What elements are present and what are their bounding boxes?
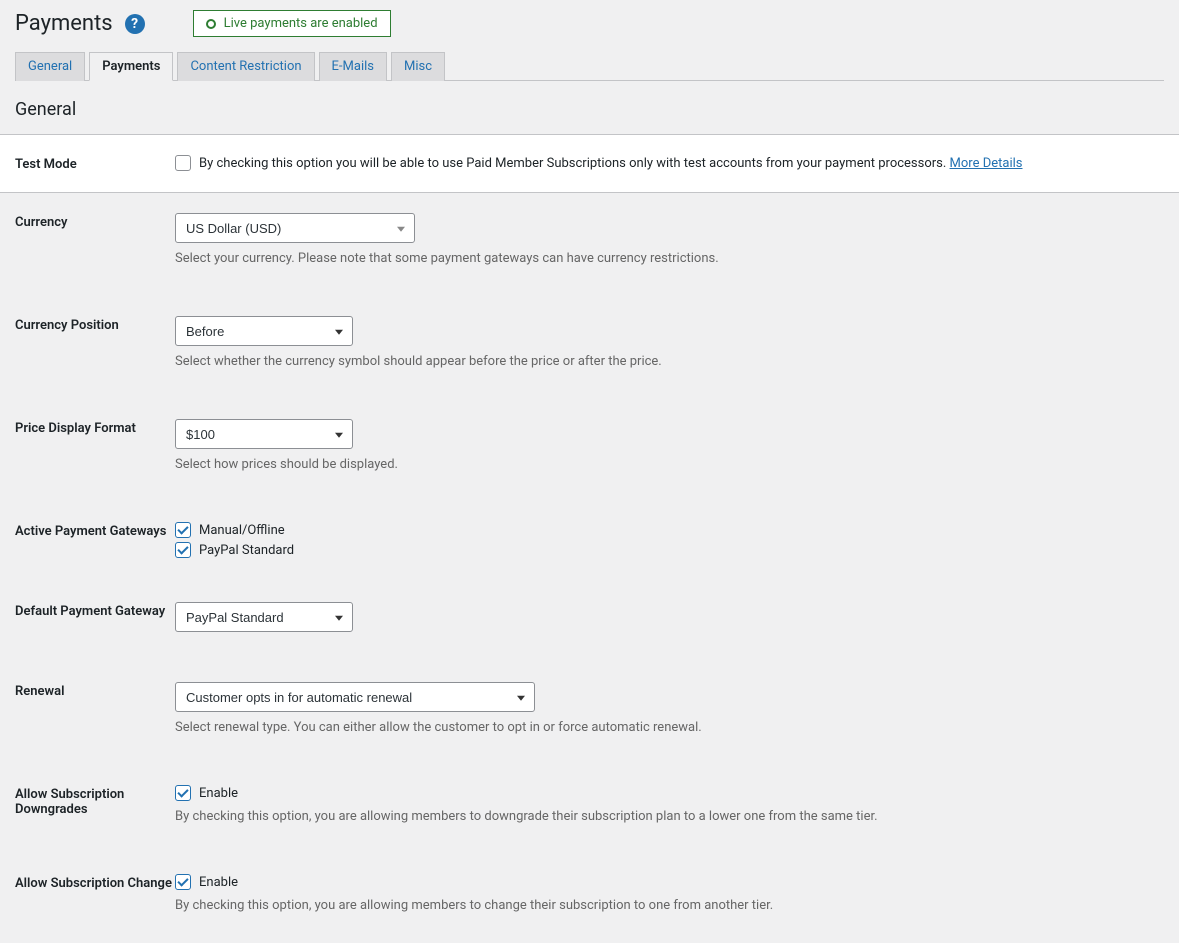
help-icon[interactable]: ? bbox=[125, 14, 145, 34]
currency-label: Currency bbox=[15, 213, 175, 230]
row-default-gateway: Default Payment Gateway PayPal Standard bbox=[0, 582, 1179, 662]
downgrades-checkbox[interactable] bbox=[175, 785, 191, 801]
currency-description: Select your currency. Please note that s… bbox=[175, 251, 1164, 266]
change-enable-label: Enable bbox=[199, 875, 238, 890]
default-gateway-label: Default Payment Gateway bbox=[15, 602, 175, 619]
live-badge-text: Live payments are enabled bbox=[224, 16, 378, 31]
test-mode-label: Test Mode bbox=[15, 155, 175, 172]
gateway-paypal-label: PayPal Standard bbox=[199, 543, 294, 558]
renewal-label: Renewal bbox=[15, 682, 175, 699]
downgrades-enable-label: Enable bbox=[199, 786, 238, 801]
row-renewal: Renewal Customer opts in for automatic r… bbox=[0, 662, 1179, 765]
status-dot-icon bbox=[206, 19, 216, 29]
downgrades-label: Allow Subscription Downgrades bbox=[15, 785, 175, 817]
tab-content-restriction[interactable]: Content Restriction bbox=[177, 52, 314, 81]
currency-position-select[interactable]: Before bbox=[175, 316, 353, 346]
gateway-manual-checkbox[interactable] bbox=[175, 522, 191, 538]
test-mode-description: By checking this option you will be able… bbox=[199, 156, 950, 171]
renewal-description: Select renewal type. You can either allo… bbox=[175, 720, 1164, 735]
tab-misc[interactable]: Misc bbox=[391, 52, 445, 81]
section-heading: General bbox=[0, 81, 1179, 134]
page-title: Payments bbox=[15, 11, 113, 36]
downgrades-description: By checking this option, you are allowin… bbox=[175, 809, 1164, 824]
currency-position-description: Select whether the currency symbol shoul… bbox=[175, 354, 1164, 369]
gateway-paypal-checkbox[interactable] bbox=[175, 542, 191, 558]
tab-bar: General Payments Content Restriction E-M… bbox=[15, 51, 1164, 81]
price-display-description: Select how prices should be displayed. bbox=[175, 457, 1164, 472]
change-description: By checking this option, you are allowin… bbox=[175, 898, 1164, 913]
renewal-select[interactable]: Customer opts in for automatic renewal bbox=[175, 682, 535, 712]
gateway-manual-label: Manual/Offline bbox=[199, 523, 285, 538]
test-mode-checkbox[interactable] bbox=[175, 155, 191, 171]
change-label: Allow Subscription Change bbox=[15, 874, 175, 891]
gateways-label: Active Payment Gateways bbox=[15, 522, 175, 539]
currency-select[interactable]: US Dollar (USD) bbox=[175, 213, 415, 243]
row-gateways: Active Payment Gateways Manual/Offline P… bbox=[0, 502, 1179, 582]
row-currency-position: Currency Position Before Select whether … bbox=[0, 296, 1179, 399]
currency-position-label: Currency Position bbox=[15, 316, 175, 333]
row-price-display: Price Display Format $100 Select how pri… bbox=[0, 399, 1179, 502]
default-gateway-select[interactable]: PayPal Standard bbox=[175, 602, 353, 632]
tab-payments[interactable]: Payments bbox=[89, 52, 173, 81]
tab-emails[interactable]: E-Mails bbox=[319, 52, 387, 81]
price-display-label: Price Display Format bbox=[15, 419, 175, 436]
row-currency: Currency US Dollar (USD) Select your cur… bbox=[0, 193, 1179, 296]
change-checkbox[interactable] bbox=[175, 874, 191, 890]
row-test-mode: Test Mode By checking this option you wi… bbox=[0, 134, 1179, 193]
live-payments-badge: Live payments are enabled bbox=[193, 10, 391, 37]
more-details-link[interactable]: More Details bbox=[950, 156, 1023, 171]
row-change: Allow Subscription Change Enable By chec… bbox=[0, 854, 1179, 943]
price-display-select[interactable]: $100 bbox=[175, 419, 353, 449]
row-downgrades: Allow Subscription Downgrades Enable By … bbox=[0, 765, 1179, 854]
tab-general[interactable]: General bbox=[15, 52, 85, 81]
